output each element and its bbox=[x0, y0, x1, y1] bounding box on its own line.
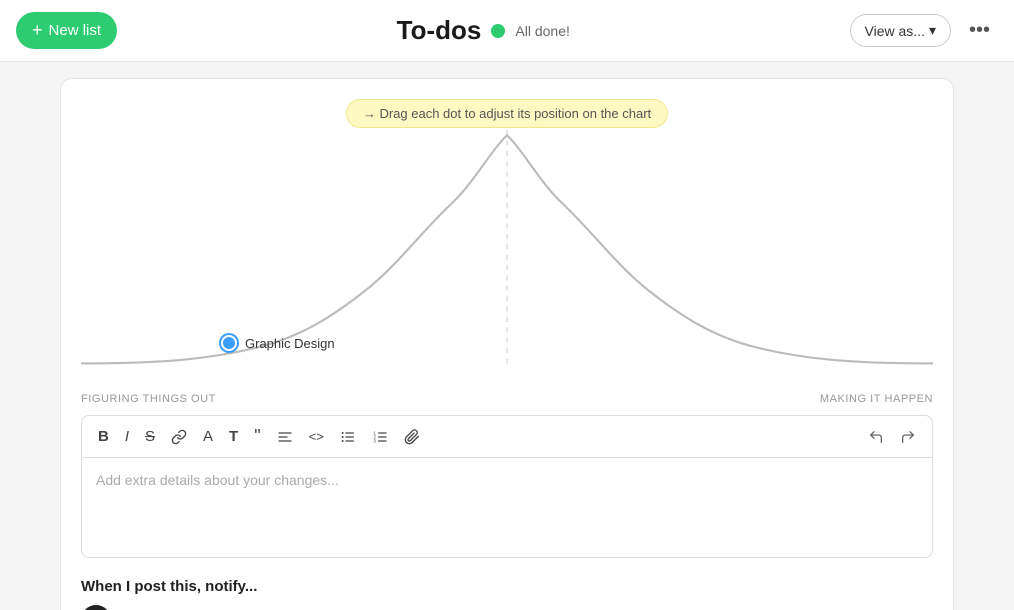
font-size-button[interactable]: T bbox=[223, 424, 244, 449]
card: → Drag each dot to adjust its position o… bbox=[60, 78, 954, 610]
new-list-label: New list bbox=[49, 22, 102, 39]
chart-label-left: FIGURING THINGS OUT bbox=[81, 393, 216, 405]
chevron-down-icon: ▾ bbox=[929, 22, 936, 39]
editor-toolbar: B I S A T " <> 123 bbox=[81, 415, 933, 458]
view-as-label: View as... bbox=[865, 23, 925, 39]
italic-button[interactable]: I bbox=[119, 424, 135, 449]
bold-button[interactable]: B bbox=[92, 424, 115, 449]
chart-area: → Drag each dot to adjust its position o… bbox=[81, 99, 933, 379]
quote-button[interactable]: " bbox=[248, 422, 266, 451]
highlight-button[interactable]: A bbox=[197, 424, 219, 449]
editor-container: B I S A T " <> 123 bbox=[81, 415, 933, 558]
attachment-button[interactable] bbox=[398, 425, 426, 449]
svg-text:3: 3 bbox=[373, 438, 376, 443]
header: + New list To-dos All done! View as... ▾… bbox=[0, 0, 1014, 62]
notify-title: When I post this, notify... bbox=[81, 578, 933, 595]
chart-svg bbox=[81, 99, 933, 379]
plus-icon: + bbox=[32, 20, 43, 41]
bullet-list-button[interactable] bbox=[334, 425, 362, 449]
page-title: To-dos bbox=[397, 15, 482, 46]
status-dot-icon bbox=[491, 24, 505, 38]
notify-section: When I post this, notify... Everyone who… bbox=[81, 578, 933, 610]
chart-dot[interactable] bbox=[221, 335, 237, 351]
notify-icon bbox=[81, 605, 111, 610]
editor-placeholder: Add extra details about your changes... bbox=[96, 472, 339, 488]
chart-labels: FIGURING THINGS OUT MAKING IT HAPPEN bbox=[81, 387, 933, 415]
redo-button[interactable] bbox=[894, 425, 922, 449]
toolbar-right bbox=[862, 425, 922, 449]
numbered-list-button[interactable]: 123 bbox=[366, 425, 394, 449]
align-button[interactable] bbox=[271, 425, 299, 449]
link-button[interactable] bbox=[165, 425, 193, 449]
more-options-button[interactable]: ••• bbox=[961, 15, 998, 46]
undo-button[interactable] bbox=[862, 425, 890, 449]
main-content: → Drag each dot to adjust its position o… bbox=[0, 62, 1014, 610]
notify-row: Everyone who can see this project bbox=[81, 605, 933, 610]
editor-body[interactable]: Add extra details about your changes... bbox=[81, 458, 933, 558]
header-right: View as... ▾ ••• bbox=[850, 14, 998, 47]
view-as-button[interactable]: View as... ▾ bbox=[850, 14, 951, 47]
new-list-button[interactable]: + New list bbox=[16, 12, 117, 49]
code-button[interactable]: <> bbox=[303, 425, 330, 448]
chart-label-right: MAKING IT HAPPEN bbox=[820, 393, 933, 405]
dot-label: Graphic Design bbox=[245, 336, 335, 351]
drag-tooltip: → Drag each dot to adjust its position o… bbox=[346, 99, 668, 128]
strikethrough-button[interactable]: S bbox=[139, 424, 161, 449]
more-icon: ••• bbox=[969, 19, 990, 41]
all-done-label: All done! bbox=[515, 23, 569, 39]
header-center: To-dos All done! bbox=[397, 15, 570, 46]
